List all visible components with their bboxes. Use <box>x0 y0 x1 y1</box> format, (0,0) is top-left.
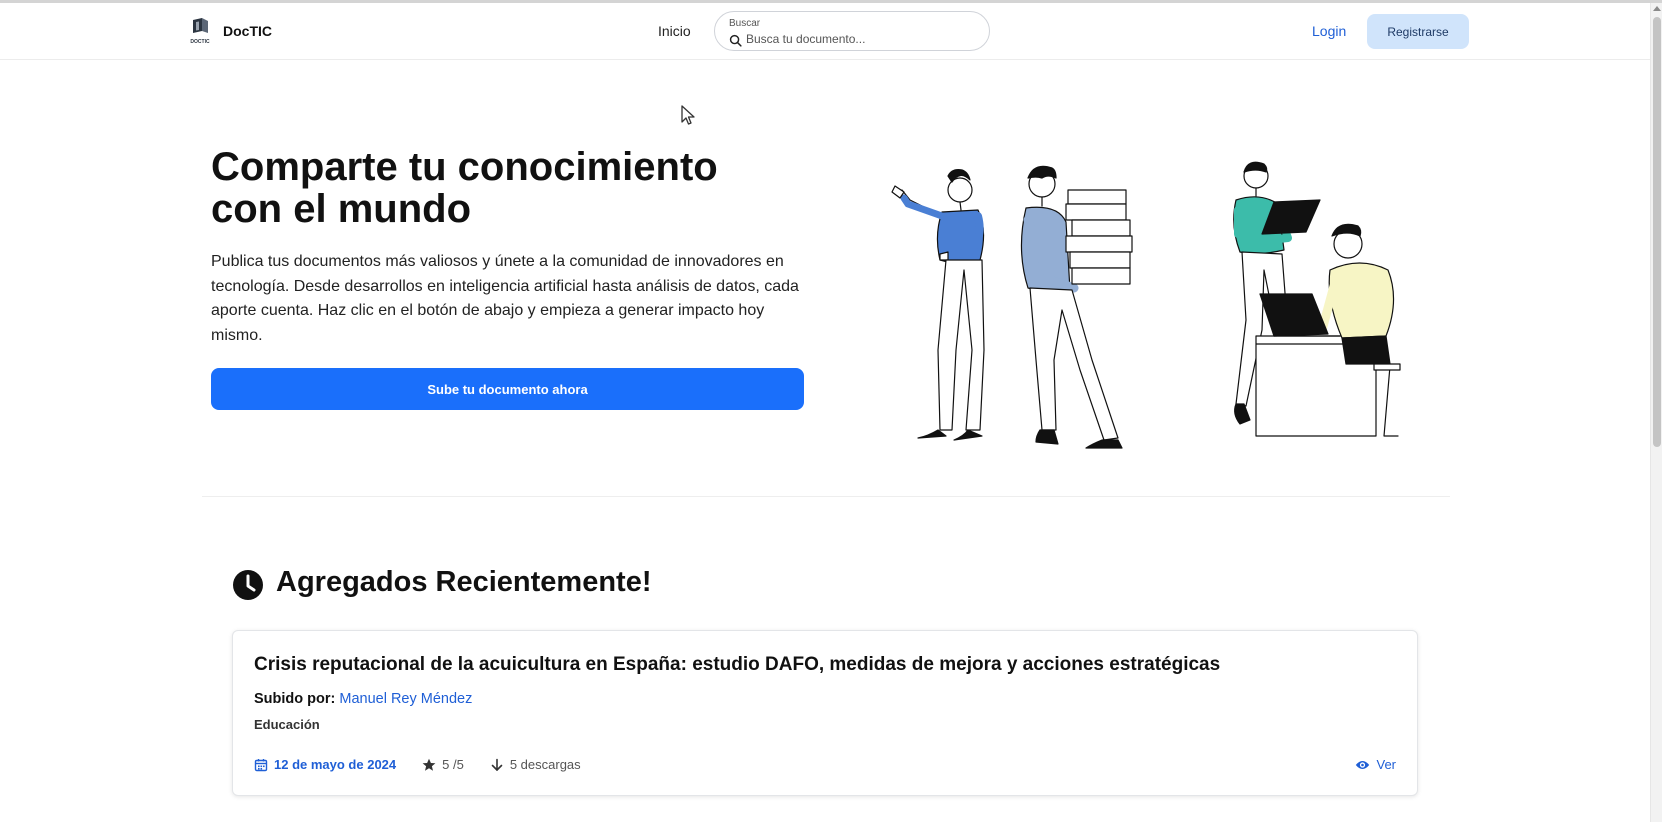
recent-section-title: Agregados Recientemente! <box>276 566 652 598</box>
document-date-text: 12 de mayo de 2024 <box>274 757 397 772</box>
man-carrying-boxes-figure <box>1020 165 1133 449</box>
scrollbar-thumb[interactable] <box>1653 17 1661 447</box>
uploaded-by-label: Subido por: <box>254 691 336 707</box>
search-input[interactable] <box>746 30 976 48</box>
upload-document-button[interactable]: Sube tu documento ahora <box>211 368 804 410</box>
brand-name: DocTIC <box>223 23 272 39</box>
navbar: DOCTIC DocTIC Inicio Buscar Login Regist… <box>0 3 1650 60</box>
hero-title-line-1: Comparte tu conocimiento <box>211 145 718 189</box>
document-date: 12 de mayo de 2024 <box>254 757 396 772</box>
login-link[interactable]: Login <box>1312 23 1346 39</box>
mouse-cursor-icon <box>681 105 695 125</box>
scroll-up-arrow-icon[interactable] <box>1653 6 1661 11</box>
team-collaboration-illustration <box>891 161 1401 449</box>
woman-pointing-figure <box>891 169 985 441</box>
document-meta: 12 de mayo de 2024 5 /5 5 descargas <box>254 757 607 772</box>
search-label: Buscar <box>729 18 761 29</box>
document-category: Educación <box>254 717 320 732</box>
page-scrollbar[interactable] <box>1650 3 1662 822</box>
register-button[interactable]: Registrarse <box>1367 14 1469 49</box>
hero-title: Comparte tu conocimiento con el mundo <box>211 146 811 230</box>
search-icon <box>729 34 742 47</box>
search-box[interactable]: Buscar <box>714 11 990 51</box>
document-downloads-text: 5 descargas <box>509 757 581 772</box>
hero-description: Publica tus documentos más valiosos y ún… <box>211 253 799 344</box>
document-card[interactable]: Crisis reputacional de la acuicultura en… <box>232 630 1418 796</box>
star-icon <box>422 758 436 771</box>
logo-text: DOCTIC <box>190 39 210 45</box>
document-uploader: Subido por: Manuel Rey Méndez <box>254 691 472 707</box>
document-rating: 5 /5 <box>422 757 464 772</box>
arrow-down-icon <box>491 758 503 771</box>
calendar-icon <box>254 758 268 771</box>
hero-title-line-2: con el mundo <box>211 187 471 231</box>
document-title[interactable]: Crisis reputacional de la acuicultura en… <box>254 654 1220 676</box>
view-document-link[interactable]: Ver <box>1355 757 1396 772</box>
uploader-link[interactable]: Manuel Rey Méndez <box>339 691 472 707</box>
brand[interactable]: DOCTIC DocTIC <box>187 17 272 45</box>
clock-icon <box>233 570 263 600</box>
doctic-logo-icon: DOCTIC <box>190 18 210 45</box>
section-divider <box>202 496 1450 497</box>
eye-icon <box>1356 760 1370 769</box>
view-document-label: Ver <box>1376 757 1396 772</box>
document-downloads: 5 descargas <box>490 757 581 772</box>
nav-link-inicio[interactable]: Inicio <box>658 23 691 39</box>
document-rating-text: 5 /5 <box>442 757 464 772</box>
